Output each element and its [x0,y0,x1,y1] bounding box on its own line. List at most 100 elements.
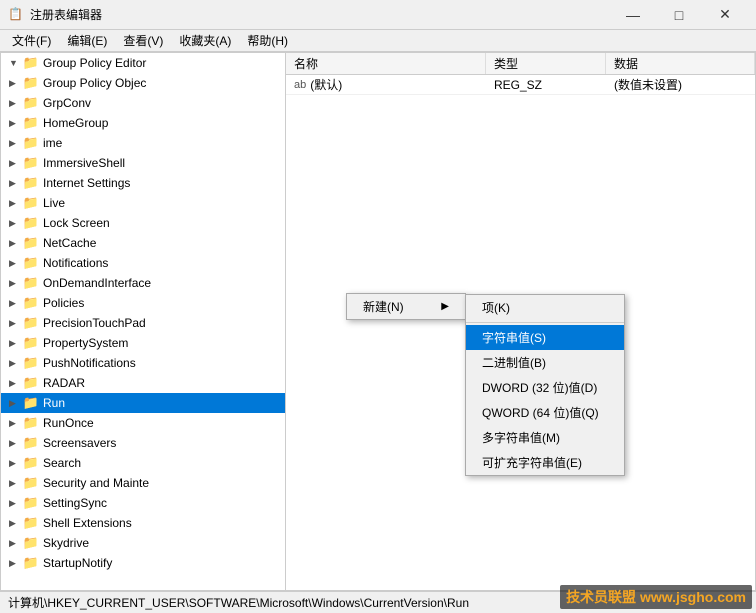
tree-item[interactable]: ▶📁Skydrive [1,533,285,553]
tree-item[interactable]: ▶📁OnDemandInterface [1,273,285,293]
cell-name: ab (默认) [286,75,486,94]
submenu[interactable]: 项(K) 字符串值(S) 二进制值(B) DWORD (32 位)值(D) QW… [465,294,625,476]
folder-icon: 📁 [23,175,39,191]
submenu-arrow-icon: ▶ [441,301,449,312]
submenu-item-string[interactable]: 字符串值(S) [466,325,624,350]
submenu-sep-1 [466,322,624,323]
tree-item[interactable]: ▶📁StartupNotify [1,553,285,573]
tree-item[interactable]: ▶📁ime [1,133,285,153]
cell-name-text: (默认) [310,76,342,93]
folder-icon: 📁 [23,415,39,431]
tree-item[interactable]: ▶📁 PropertySystem [1,333,285,353]
tree-item-label: Live [43,196,65,210]
tree-item[interactable]: ▶📁Notifications [1,253,285,273]
menu-bar: 文件(F) 编辑(E) 查看(V) 收藏夹(A) 帮助(H) [0,30,756,52]
tree-item[interactable]: ▶📁GrpConv [1,93,285,113]
reg-icon: ab [294,79,306,91]
expand-arrow-icon: ▶ [9,78,23,89]
tree-item[interactable]: ▶📁PushNotifications [1,353,285,373]
tree-item-label: GrpConv [43,96,91,110]
expand-arrow-icon: ▶ [9,498,23,509]
expand-arrow-icon: ▶ [9,318,23,329]
status-path: 计算机\HKEY_CURRENT_USER\SOFTWARE\Microsoft… [8,594,469,611]
close-button[interactable]: ✕ [702,0,748,30]
maximize-button[interactable]: □ [656,0,702,30]
tree-item-label: OnDemandInterface [43,276,151,290]
menu-file[interactable]: 文件(F) [4,30,59,51]
menu-edit[interactable]: 编辑(E) [59,30,115,51]
tree-item-label: PropertySystem [43,336,128,350]
folder-icon: 📁 [23,395,39,411]
submenu-item-expandstring[interactable]: 可扩充字符串值(E) [466,450,624,475]
expand-arrow-icon: ▶ [9,218,23,229]
folder-icon: 📁 [23,295,39,311]
tree-item[interactable]: ▶📁Policies [1,293,285,313]
tree-item-label: RADAR [43,376,85,390]
expand-arrow-icon: ▼ [9,58,23,68]
tree-item[interactable]: ▶📁HomeGroup [1,113,285,133]
tree-item[interactable]: ▶📁Group Policy Objec [1,73,285,93]
tree-item-label: Skydrive [43,536,89,550]
title-bar-left: 📋 注册表编辑器 [8,6,102,23]
folder-icon: 📁 [23,335,39,351]
submenu-item-qword[interactable]: QWORD (64 位)值(Q) [466,400,624,425]
tree-item[interactable]: ▼📁Group Policy Editor [1,53,285,73]
context-menu-overlay: 新建(N) ▶ 项(K) 字符串值(S) 二进制值(B) DWORD (32 位… [286,53,755,590]
tree-item[interactable]: ▶📁ImmersiveShell [1,153,285,173]
app-icon: 📋 [8,7,24,23]
expand-arrow-icon: ▶ [9,398,23,409]
tree-item[interactable]: ▶📁RADAR [1,373,285,393]
folder-icon: 📁 [23,195,39,211]
submenu-item-multistring[interactable]: 多字符串值(M) [466,425,624,450]
tree-item-label: Search [43,456,81,470]
expand-arrow-icon: ▶ [9,178,23,189]
folder-icon: 📁 [23,255,39,271]
table-row[interactable]: ab(默认)REG_SZ(数值未设置) [286,75,755,95]
menu-favorites[interactable]: 收藏夹(A) [171,30,239,51]
tree-item[interactable]: ▶📁Internet Settings [1,173,285,193]
context-menu[interactable]: 新建(N) ▶ 项(K) 字符串值(S) 二进制值(B) DWORD (32 位… [346,293,466,320]
minimize-button[interactable]: — [610,0,656,30]
submenu-item-key[interactable]: 项(K) [466,295,624,320]
cell-type: REG_SZ [486,75,606,94]
tree-item[interactable]: ▶📁Search [1,453,285,473]
tree-item[interactable]: ▶📁Screensavers [1,433,285,453]
submenu-item-dword[interactable]: DWORD (32 位)值(D) [466,375,624,400]
content-panel: 名称 类型 数据 ab(默认)REG_SZ(数值未设置) 新建(N) ▶ 项(K… [286,53,755,590]
app-window: 📋 注册表编辑器 — □ ✕ 文件(F) 编辑(E) 查看(V) 收藏夹(A) … [0,0,756,613]
menu-view[interactable]: 查看(V) [115,30,171,51]
tree-scroll[interactable]: ▼📁Group Policy Editor▶📁Group Policy Obje… [1,53,285,590]
tree-item-label: Lock Screen [43,216,110,230]
expand-arrow-icon: ▶ [9,118,23,129]
tree-item[interactable]: ▶📁PrecisionTouchPad [1,313,285,333]
tree-item-label: ime [43,136,62,150]
submenu-item-binary[interactable]: 二进制值(B) [466,350,624,375]
context-menu-new-label: 新建(N) [363,298,404,315]
folder-icon: 📁 [23,435,39,451]
main-layout: ▼📁Group Policy Editor▶📁Group Policy Obje… [0,52,756,591]
tree-item[interactable]: ▶📁Live [1,193,285,213]
expand-arrow-icon: ▶ [9,338,23,349]
window-controls: — □ ✕ [610,0,748,30]
tree-item[interactable]: ▶📁Security and Mainte [1,473,285,493]
expand-arrow-icon: ▶ [9,158,23,169]
tree-item-label: PushNotifications [43,356,136,370]
tree-item-label: Shell Extensions [43,516,132,530]
menu-help[interactable]: 帮助(H) [239,30,296,51]
expand-arrow-icon: ▶ [9,518,23,529]
tree-item[interactable]: ▶📁Shell Extensions [1,513,285,533]
tree-item[interactable]: ▶📁Run [1,393,285,413]
expand-arrow-icon: ▶ [9,458,23,469]
context-menu-new[interactable]: 新建(N) ▶ 项(K) 字符串值(S) 二进制值(B) DWORD (32 位… [347,294,465,319]
tree-item[interactable]: ▶📁RunOnce [1,413,285,433]
expand-arrow-icon: ▶ [9,558,23,569]
tree-item[interactable]: ▶📁NetCache [1,233,285,253]
tree-item-label: HomeGroup [43,116,108,130]
expand-arrow-icon: ▶ [9,278,23,289]
tree-item-label: NetCache [43,236,96,250]
watermark: 技术员联盟 www.jsgho.com [560,585,752,609]
folder-icon: 📁 [23,475,39,491]
folder-icon: 📁 [23,355,39,371]
tree-item[interactable]: ▶📁Lock Screen [1,213,285,233]
tree-item[interactable]: ▶📁SettingSync [1,493,285,513]
